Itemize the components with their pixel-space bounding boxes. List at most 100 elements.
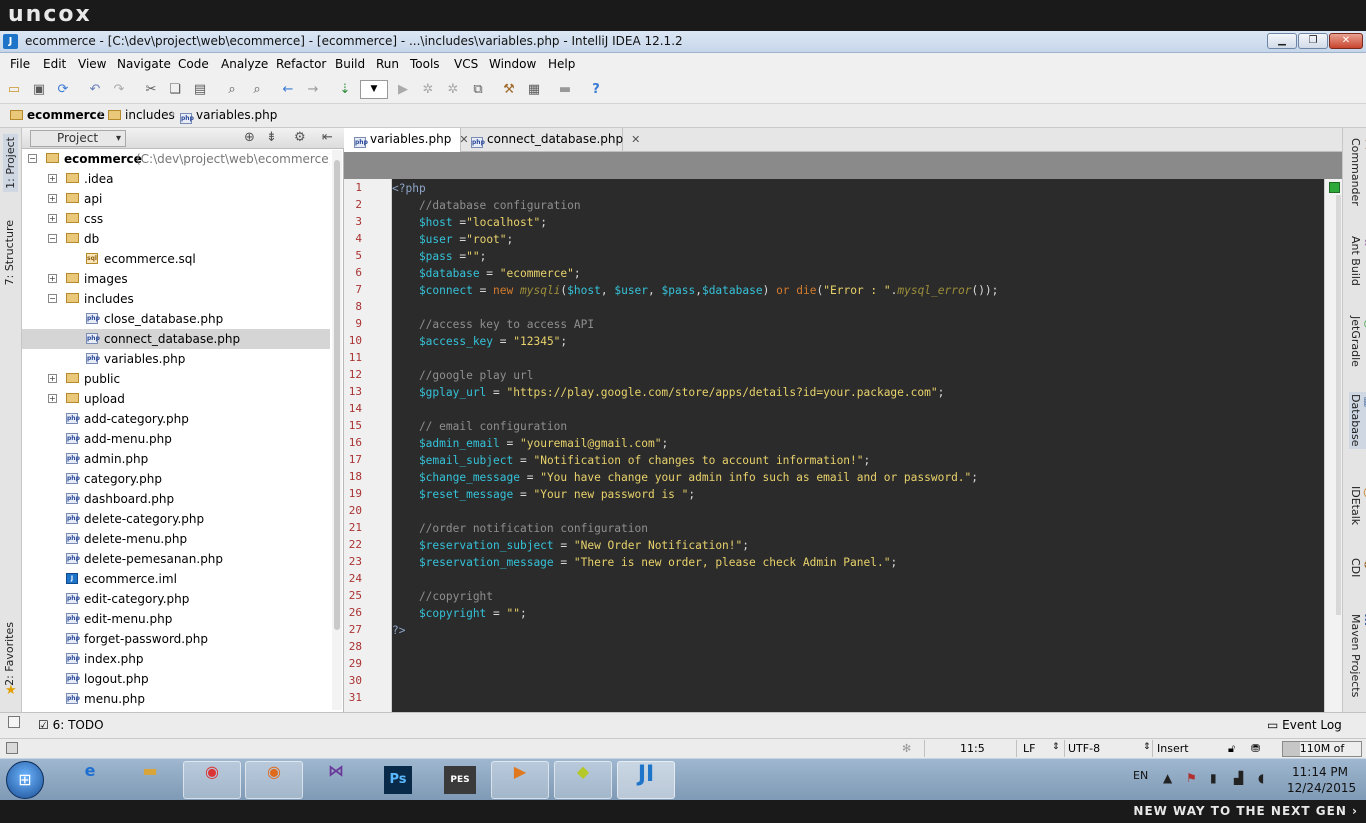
lock-icon[interactable]: 🔓︎ [1228,742,1235,756]
code-line[interactable]: $reservation_subject = "New Order Notifi… [392,537,749,554]
menu-vcs[interactable]: VCS [454,57,478,71]
project-tree-scrollbar[interactable] [332,150,342,710]
tree-item[interactable]: php index.php [22,649,330,669]
open-folder-icon[interactable]: ▭ [5,81,23,99]
menu-refactor[interactable]: Refactor [276,57,326,71]
code-line[interactable]: //google play url [392,367,534,384]
code-editor[interactable]: <?php //database configuration $host ="l… [392,179,1324,712]
tree-item[interactable]: + upload [22,389,330,409]
volume-icon[interactable]: ◖ [1258,771,1264,785]
taskbar-intellij-idea[interactable]: JI [617,761,675,799]
breadcrumb-item-project[interactable]: ecommerce [10,108,105,122]
code-line[interactable]: $pass =""; [392,248,486,265]
menu-build[interactable]: Build [335,57,365,71]
minimize-button[interactable]: ▁ [1267,33,1297,49]
collapse-icon[interactable]: − [28,154,37,163]
settings-icon[interactable]: ⚒ [500,81,518,99]
code-line[interactable]: <?php [392,180,426,197]
code-line[interactable]: //database configuration [392,197,581,214]
undo-icon[interactable]: ↶ [86,81,104,99]
insert-mode[interactable]: Insert [1157,742,1189,755]
tree-item[interactable]: php delete-category.php [22,509,330,529]
taskbar-pes[interactable]: PES [431,761,489,799]
language-indicator[interactable]: EN [1133,769,1148,782]
paste-icon[interactable]: ▤ [191,81,209,99]
cut-icon[interactable]: ✂ [142,81,160,99]
tab-commander[interactable]: ♜ Commander [1349,138,1366,206]
editor-scrollbar[interactable] [1324,179,1342,712]
code-line[interactable]: $gplay_url = "https://play.google.com/st… [392,384,944,401]
forward-icon[interactable]: → [304,81,322,99]
code-line[interactable]: $database = "ecommerce"; [392,265,581,282]
tab-maven-projects[interactable]: m Maven Projects [1349,614,1366,697]
tree-item[interactable]: php delete-pemesanan.php [22,549,330,569]
back-icon[interactable]: ← [279,81,297,99]
hide-panel-icon[interactable]: ⇤ [322,130,333,145]
menu-navigate[interactable]: Navigate [117,57,171,71]
project-structure-icon[interactable]: ▦ [525,81,543,99]
intellij-app-icon[interactable]: J [3,34,18,49]
menu-analyze[interactable]: Analyze [221,57,268,71]
tree-item[interactable]: php add-category.php [22,409,330,429]
scrollbar-track[interactable] [1336,195,1341,615]
menu-code[interactable]: Code [178,57,209,71]
expand-icon[interactable]: + [48,214,57,223]
synchronize-icon[interactable]: ⟳ [54,81,72,99]
tab-jetgradle[interactable]: ◎ JetGradle [1349,316,1366,367]
tab-ant-build[interactable]: ✱ Ant Build [1349,236,1366,286]
gear-icon[interactable]: ⚙ [294,130,306,145]
taskbar-internet-explorer[interactable]: e [61,761,119,799]
scrollbar-thumb[interactable] [334,160,340,630]
show-hidden-icons-icon[interactable]: ▲ [1163,771,1172,785]
tree-item[interactable]: php edit-category.php [22,589,330,609]
breadcrumb-item-file[interactable]: php variables.php [180,108,277,124]
taskbar-file-explorer[interactable]: ▬ [121,761,179,799]
tree-item[interactable]: + images [22,269,330,289]
tab-todo[interactable]: ☑ 6: TODO [38,718,104,732]
tree-item[interactable]: php logout.php [22,669,330,689]
terminal-icon[interactable]: ▬ [556,81,574,99]
code-line[interactable]: //order notification configuration [392,520,648,537]
run-icon[interactable]: ▶ [394,81,412,99]
line-number-gutter[interactable]: 1 2 3 4 5 6 7 8 9 10 11 12 13 14 15 16 17 18 19 20 21 22 23 24 2… [344,179,392,712]
code-line[interactable]: $change_message = "You have change your … [392,469,978,486]
tab-idetalk[interactable]: ☺ IDEtalk [1349,486,1366,525]
tree-item[interactable]: php add-menu.php [22,429,330,449]
find-icon[interactable]: ⌕ [223,81,241,99]
make-project-icon[interactable]: ⇣ [336,81,354,99]
attach-icon[interactable]: ⧉ [469,81,487,99]
taskbar-media-player[interactable]: ▶ [491,761,549,799]
scroll-from-source-icon[interactable]: ⊕ [244,130,255,145]
code-line[interactable]: ?> [392,622,405,639]
tree-item[interactable]: − ecommerce (C:\dev\project\web\ecommerce) [22,149,330,169]
menu-file[interactable]: File [10,57,30,71]
redo-icon[interactable]: ↷ [110,81,128,99]
copy-icon[interactable]: ❏ [166,81,184,99]
tab-event-log[interactable]: ▭ Event Log [1267,718,1342,732]
taskbar-sticky-notes[interactable]: ◆ [554,761,612,799]
expand-icon[interactable]: + [48,374,57,383]
tree-item[interactable]: + css [22,209,330,229]
tree-item[interactable]: + api [22,189,330,209]
tree-item[interactable]: php admin.php [22,449,330,469]
tab-project[interactable]: 1: Project [3,134,18,192]
taskbar-firefox[interactable]: ◉ [245,761,303,799]
coverage-icon[interactable]: ✲ [444,81,462,99]
code-line[interactable]: $user ="root"; [392,231,513,248]
code-line[interactable]: // email configuration [392,418,567,435]
taskbar-chrome[interactable]: ◉ [183,761,241,799]
tree-item[interactable]: php delete-menu.php [22,529,330,549]
line-separator-selector[interactable]: LF [1023,742,1035,755]
tree-item[interactable]: − includes [22,289,330,309]
tree-item[interactable]: sql ecommerce.sql [22,249,330,269]
tab-variables-php[interactable]: php variables.php ✕ [344,128,469,152]
tab-database[interactable]: ▤ Database [1349,392,1366,449]
help-icon[interactable]: ? [587,81,605,99]
close-button[interactable]: ✕ [1329,33,1363,49]
project-view-dropdown[interactable]: Project [30,130,126,147]
tree-item[interactable]: php forget-password.php [22,629,330,649]
tree-item[interactable]: + .idea [22,169,330,189]
encoding-selector[interactable]: UTF-8 [1068,742,1100,755]
device-icon[interactable]: ▮ [1210,771,1217,785]
tree-item[interactable]: Jecommerce.iml [22,569,330,589]
